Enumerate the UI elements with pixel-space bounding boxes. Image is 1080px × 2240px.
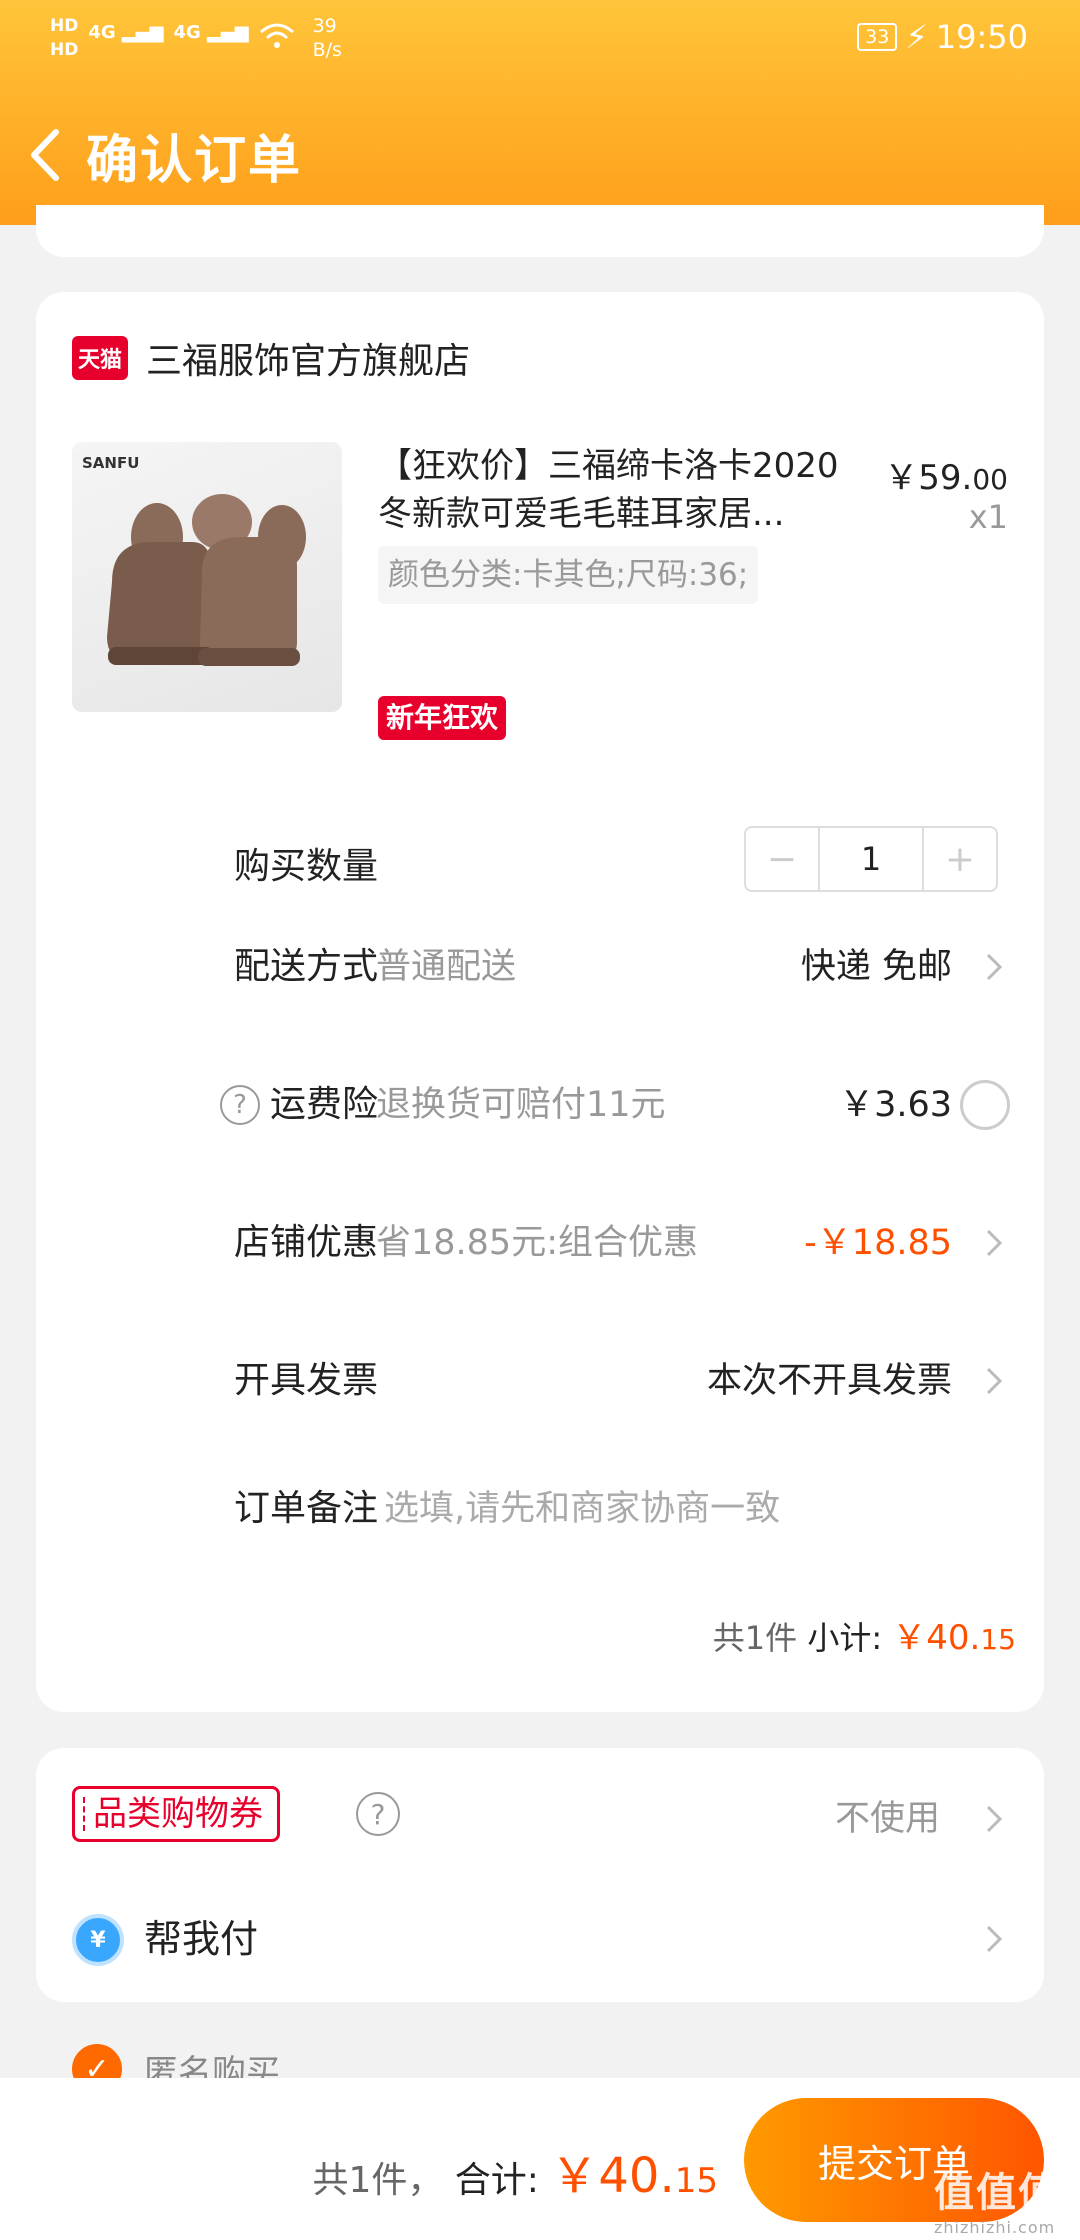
nav-bar: 确认订单: [0, 110, 1080, 200]
row-invoice[interactable]: 开具发票 本次不开具发票: [36, 1346, 1044, 1416]
clock: 19:50: [935, 18, 1028, 56]
insurance-radio[interactable]: [960, 1080, 1010, 1130]
subtotal-main: ￥40.: [892, 1618, 981, 1658]
shipping-desc: 普通配送: [376, 947, 517, 987]
minus-button[interactable]: −: [746, 828, 818, 890]
row-quantity: 购买数量 − 1 +: [36, 826, 1044, 902]
product-image-brand: SANFU: [82, 454, 140, 472]
insurance-label-group: ? 运费险: [219, 1070, 378, 1140]
total-label: 合计:: [454, 2160, 539, 2201]
promo-badge: 新年狂欢: [378, 696, 507, 740]
discount-label: 店铺优惠: [233, 1222, 378, 1263]
hd-indicator-1: HD: [50, 16, 79, 36]
product-sku: 颜色分类:卡其色;尺码:36;: [378, 546, 759, 604]
shop-name[interactable]: 三福服饰官方旗舰店: [146, 332, 470, 384]
wifi-icon: [259, 22, 295, 55]
battery-icon: 33: [857, 23, 898, 51]
coupon-card: 品类购物券 ? 不使用 ¥ 帮我付: [36, 1748, 1044, 2002]
boot-illustration: [107, 494, 306, 666]
product-quantity: x1: [968, 498, 1008, 536]
total-main: ￥40.: [550, 2148, 675, 2204]
status-left: HD HD 4G ▂▄▆ 4G ▂▄▆ 39 B/s: [50, 14, 342, 62]
network-speed: 39 B/s: [313, 14, 342, 62]
shop-header[interactable]: 天猫 三福服饰官方旗舰店: [72, 332, 470, 384]
chevron-right-icon: [986, 1925, 1003, 1953]
hd-indicator-2: HD: [50, 40, 79, 60]
order-card: 天猫 三福服饰官方旗舰店 SANFU 【狂欢价】三福缔卡洛卡2020 冬新款可爱…: [36, 292, 1044, 1712]
shipping-value: 快递 免邮: [800, 947, 952, 987]
chevron-left-icon[interactable]: [14, 110, 84, 200]
row-shipping[interactable]: 配送方式 普通配送 快递 免邮: [36, 932, 1044, 1002]
subtotal-label: 小计:: [807, 1619, 883, 1657]
signal-2-label: 4G: [173, 22, 201, 43]
chevron-right-icon: [986, 953, 1003, 981]
product-image[interactable]: SANFU: [72, 442, 342, 712]
note-input[interactable]: 选填,请先和商家协商一致: [384, 1474, 780, 1544]
price-cents: 00: [972, 463, 1008, 496]
discount-desc: 省18.85元:组合优惠: [376, 1223, 698, 1263]
coupon-value[interactable]: 不使用: [835, 1784, 940, 1854]
charging-icon: ⚡: [905, 18, 928, 56]
quantity-label: 购买数量: [233, 846, 378, 887]
price-main: ￥59.: [884, 458, 973, 498]
invoice-value: 本次不开具发票: [706, 1361, 952, 1401]
watermark: 值值值 zhizhizhi.com: [934, 2160, 1060, 2237]
speed-value: 39: [312, 15, 337, 37]
chevron-right-icon: [986, 1367, 1003, 1395]
discount-value: -￥18.85: [804, 1223, 952, 1263]
total-count: 共1件，: [312, 2160, 444, 2201]
signal-icon-1: 4G ▂▄▆: [88, 22, 164, 43]
note-label: 订单备注: [233, 1488, 378, 1529]
subtotal-amount: ￥40.15: [892, 1618, 1016, 1658]
shipping-label: 配送方式: [233, 946, 378, 987]
category-coupon-tag[interactable]: 品类购物券: [72, 1786, 280, 1842]
subtotal-cents: 15: [980, 1623, 1016, 1656]
page-title: 确认订单: [86, 130, 303, 191]
signal-icon-2: 4G ▂▄▆: [173, 22, 249, 43]
chevron-right-icon: [986, 1229, 1003, 1257]
insurance-desc: 退换货可赔付11元: [376, 1085, 666, 1125]
pay-for-me-icon: ¥: [72, 1914, 124, 1966]
row-discount[interactable]: 店铺优惠 省18.85元:组合优惠 -￥18.85: [36, 1208, 1044, 1278]
subtotal-count: 共1件: [712, 1619, 798, 1657]
watermark-sub: zhizhizhi.com: [934, 2218, 1056, 2237]
insurance-label: 运费险: [269, 1084, 378, 1125]
signal-1-label: 4G: [88, 22, 116, 43]
quantity-stepper: − 1 +: [744, 826, 998, 892]
invoice-label: 开具发票: [233, 1360, 378, 1401]
help-icon[interactable]: ?: [356, 1792, 400, 1836]
product-title-line-1: 【狂欢价】三福缔卡洛卡2020: [378, 446, 839, 486]
product-price: ￥59.00: [884, 450, 1008, 499]
sim-indicators: HD HD: [50, 14, 78, 62]
watermark-text: 值值值: [934, 2170, 1060, 2216]
header-bar: HD HD 4G ▂▄▆ 4G ▂▄▆ 39 B/s 33 ⚡ 19:50 确认…: [0, 0, 1080, 225]
quantity-value[interactable]: 1: [818, 828, 924, 890]
chevron-right-icon: [986, 1805, 1003, 1833]
speed-unit: B/s: [312, 39, 342, 61]
tmall-logo: 天猫: [72, 336, 128, 380]
product-title[interactable]: 【狂欢价】三福缔卡洛卡2020 冬新款可爱毛毛鞋耳家居...: [378, 442, 878, 538]
insurance-price: ￥3.63: [839, 1085, 952, 1125]
product-title-line-2: 冬新款可爱毛毛鞋耳家居...: [378, 494, 785, 534]
order-total: 共1件， 合计: ￥40.15: [312, 2136, 718, 2206]
row-note: 订单备注 选填,请先和商家协商一致: [36, 1474, 1044, 1544]
bottom-bar: 共1件， 合计: ￥40.15 提交订单: [0, 2078, 1080, 2240]
subtotal: 共1件 小计: ￥40.15: [713, 1610, 1016, 1659]
help-icon[interactable]: ?: [219, 1085, 260, 1125]
status-bar: HD HD 4G ▂▄▆ 4G ▂▄▆ 39 B/s 33 ⚡ 19:50: [0, 0, 1080, 80]
row-insurance: ? 运费险 退换货可赔付11元 ￥3.63: [36, 1070, 1044, 1140]
address-card-bottom: [36, 205, 1044, 257]
pay-for-me-label[interactable]: 帮我付: [144, 1904, 258, 1974]
total-amount: ￥40.15: [550, 2148, 718, 2204]
plus-button[interactable]: +: [924, 828, 996, 890]
status-right: 33 ⚡ 19:50: [857, 18, 1028, 56]
total-cents: 15: [674, 2161, 718, 2201]
